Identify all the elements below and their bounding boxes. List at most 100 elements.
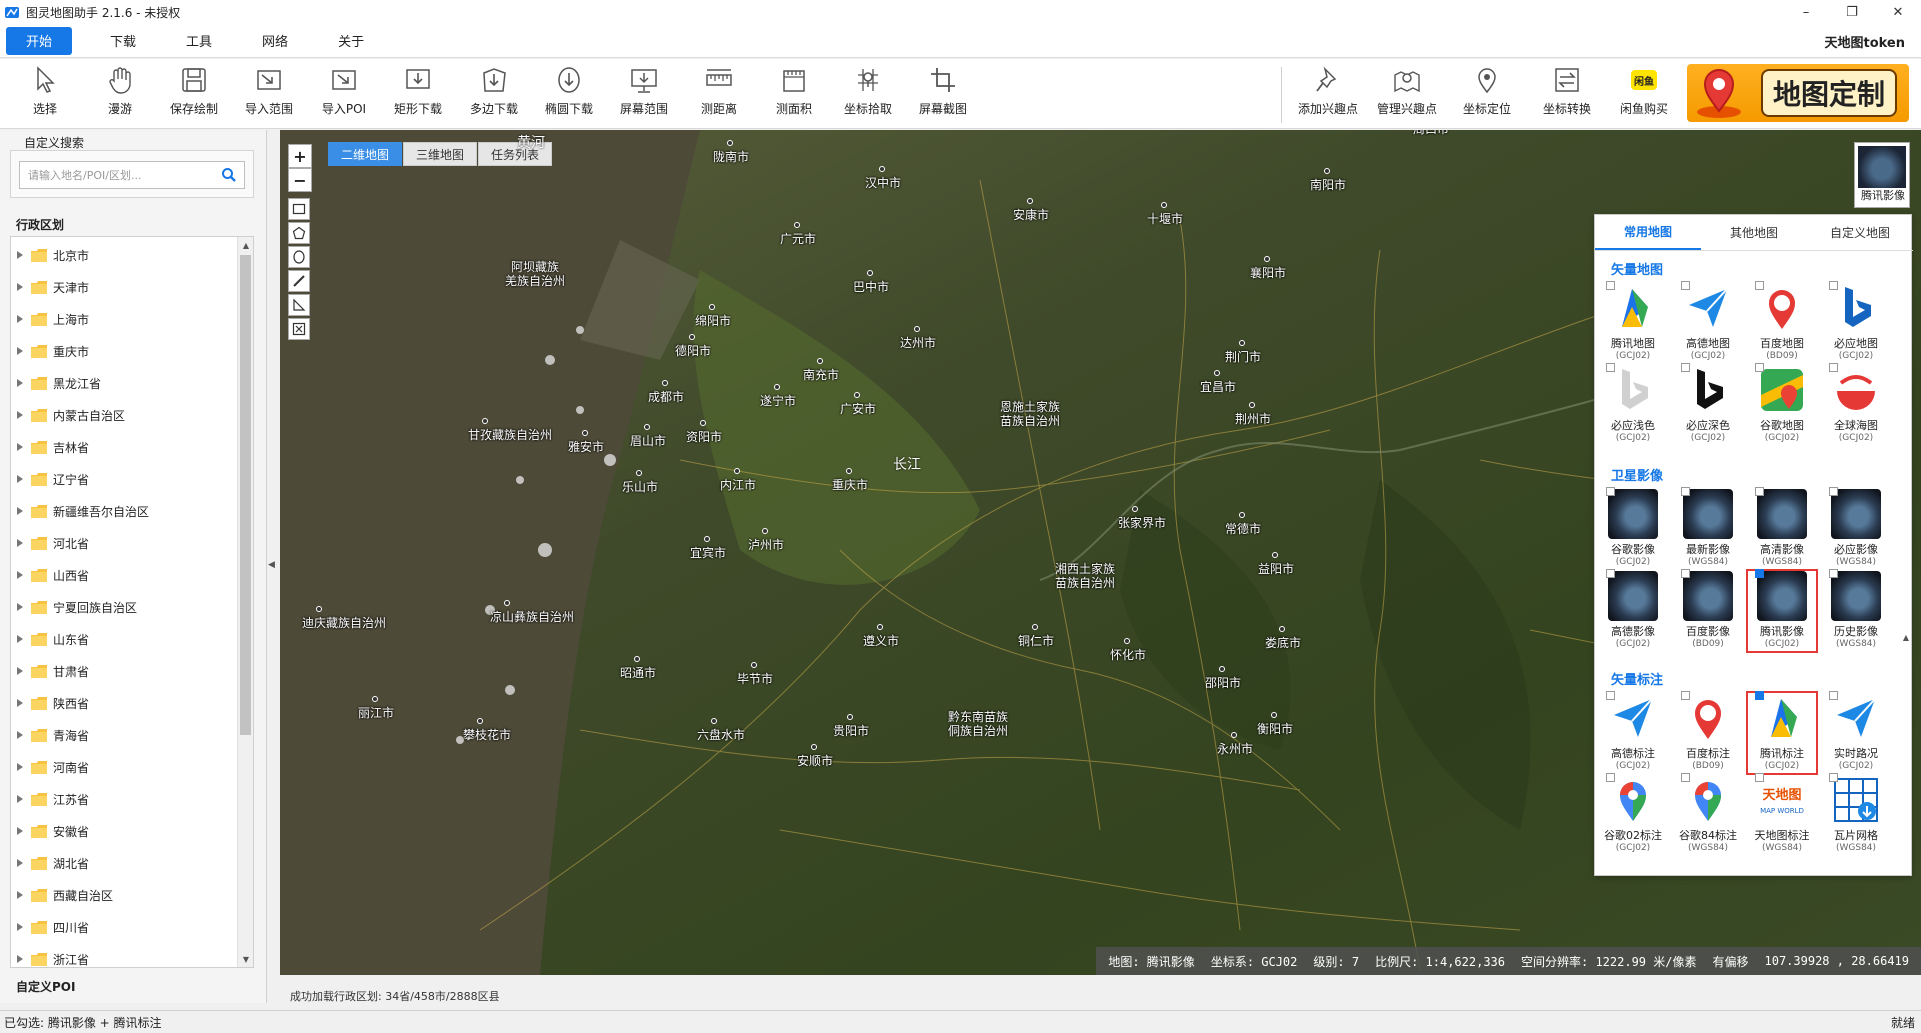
expand-arrow-icon[interactable] [17,379,23,387]
expand-arrow-icon[interactable] [17,571,23,579]
region-tree-item[interactable]: 浙江省 [11,943,237,967]
tool-ellipse-download[interactable]: 椭圆下载 [533,65,605,125]
layer-checkbox[interactable] [1829,281,1838,290]
expand-arrow-icon[interactable] [17,411,23,419]
layer-checkbox[interactable] [1829,691,1838,700]
search-icon[interactable] [221,167,237,183]
menu-download[interactable]: 下载 [90,27,156,55]
draw-polygon-tool[interactable] [288,222,310,244]
layer-tile[interactable]: 高德影像 (GCJ02) [1599,569,1667,651]
region-tree-item[interactable]: 内蒙古自治区 [11,399,237,431]
minimize-button[interactable]: – [1783,0,1829,24]
region-tree-item[interactable]: 安徽省 [11,815,237,847]
tool-screenshot[interactable]: 屏幕截图 [907,65,979,125]
tool-rect-download[interactable]: 矩形下载 [382,65,454,125]
region-tree-item[interactable]: 北京市 [11,239,237,271]
region-tree-item[interactable]: 山东省 [11,623,237,655]
tool-xianyu-buy[interactable]: 闲鱼 闲鱼购买 [1608,65,1680,125]
region-tree-item[interactable]: 陕西省 [11,687,237,719]
layer-tile[interactable]: 谷歌地图 (GCJ02) [1748,363,1816,445]
tab-3d-map[interactable]: 三维地图 [403,142,478,166]
scroll-down-icon[interactable]: ▼ [238,951,253,967]
layer-tile[interactable]: 全球海图 (GCJ02) [1822,363,1890,445]
layer-checkbox[interactable] [1755,487,1764,496]
tool-polygon-download[interactable]: 多边下载 [458,65,530,125]
tree-scrollbar[interactable]: ▲ ▼ [237,237,253,967]
layer-tile[interactable]: 百度标注 (BD09) [1674,691,1742,773]
tool-add-poi[interactable]: 添加兴趣点 [1292,65,1364,125]
menu-tools[interactable]: 工具 [166,27,232,55]
tool-select[interactable]: 选择 [9,65,81,125]
layer-checkbox[interactable] [1606,487,1615,496]
layer-tile[interactable]: 腾讯影像 (GCJ02) [1746,569,1818,653]
layer-tile[interactable]: 必应浅色 (GCJ02) [1599,363,1667,445]
expand-arrow-icon[interactable] [17,763,23,771]
layer-tile[interactable]: 必应影像 (WGS84) [1822,487,1890,569]
layer-tile[interactable]: 谷歌02标注 (GCJ02) [1599,773,1667,855]
draw-line-tool[interactable] [288,270,310,292]
scroll-up-icon[interactable]: ▲ [238,237,253,253]
draw-area-tool[interactable] [288,294,310,316]
layer-tile[interactable]: 腾讯地图 (GCJ02) [1599,281,1667,363]
layer-checkbox[interactable] [1829,569,1838,578]
layer-checkbox[interactable] [1606,691,1615,700]
region-tree-item[interactable]: 四川省 [11,911,237,943]
close-button[interactable]: ✕ [1875,0,1921,24]
layer-checkbox[interactable] [1829,773,1838,782]
layer-switcher-thumb[interactable]: 腾讯影像 [1854,142,1910,208]
layer-tile[interactable]: 高德标注 (GCJ02) [1599,691,1667,773]
region-tree-item[interactable]: 天津市 [11,271,237,303]
expand-arrow-icon[interactable] [17,443,23,451]
layer-tile[interactable]: 高清影像 (WGS84) [1748,487,1816,569]
layer-checkbox[interactable] [1606,773,1615,782]
region-tree-item[interactable]: 黑龙江省 [11,367,237,399]
layer-checkbox[interactable] [1681,281,1690,290]
menu-about[interactable]: 关于 [318,27,384,55]
region-tree-item[interactable]: 山西省 [11,559,237,591]
layer-checkbox[interactable] [1755,281,1764,290]
layer-tile[interactable]: 最新影像 (WGS84) [1674,487,1742,569]
expand-arrow-icon[interactable] [17,283,23,291]
custom-map-button[interactable]: 地图定制 [1687,64,1909,122]
layer-tile[interactable]: 天地图 MAP WORLD 天地图标注 (WGS84) [1748,773,1816,855]
expand-arrow-icon[interactable] [17,251,23,259]
layer-checkbox[interactable] [1681,569,1690,578]
layer-checkbox[interactable] [1829,363,1838,372]
panel-scroll-up-icon[interactable]: ▲ [1903,633,1909,642]
region-tree-item[interactable]: 河北省 [11,527,237,559]
layer-checkbox[interactable] [1606,281,1615,290]
layer-checkbox[interactable] [1606,569,1615,578]
tab-common-maps[interactable]: 常用地图 [1595,215,1701,250]
scroll-thumb[interactable] [240,255,251,735]
layer-tile[interactable]: 谷歌影像 (GCJ02) [1599,487,1667,569]
tool-measure-distance[interactable]: 测距离 [683,65,755,125]
tool-save-drawing[interactable]: 保存绘制 [158,65,230,125]
tool-import-poi[interactable]: 导入POI [308,65,380,125]
expand-arrow-icon[interactable] [17,827,23,835]
layer-tile[interactable]: 瓦片网格 (WGS84) [1822,773,1890,855]
tab-custom-maps[interactable]: 自定义地图 [1807,215,1913,250]
expand-arrow-icon[interactable] [17,699,23,707]
expand-arrow-icon[interactable] [17,923,23,931]
expand-arrow-icon[interactable] [17,315,23,323]
maximize-button[interactable]: ❐ [1829,0,1875,24]
expand-arrow-icon[interactable] [17,731,23,739]
zoom-out-button[interactable]: − [288,168,312,192]
tianditu-token-link[interactable]: 天地图token [1824,24,1905,58]
tool-screen-range[interactable]: 屏幕范围 [608,65,680,125]
layer-checkbox[interactable] [1681,773,1690,782]
expand-arrow-icon[interactable] [17,539,23,547]
layer-checkbox[interactable] [1829,487,1838,496]
expand-arrow-icon[interactable] [17,795,23,803]
region-tree-item[interactable]: 青海省 [11,719,237,751]
layer-tile[interactable]: 高德地图 (GCJ02) [1674,281,1742,363]
expand-arrow-icon[interactable] [17,955,23,963]
expand-arrow-icon[interactable] [17,859,23,867]
layer-checkbox[interactable] [1755,773,1764,782]
layer-tile[interactable]: 百度地图 (BD09) [1748,281,1816,363]
expand-arrow-icon[interactable] [17,603,23,611]
tab-other-maps[interactable]: 其他地图 [1701,215,1807,250]
expand-arrow-icon[interactable] [17,667,23,675]
expand-arrow-icon[interactable] [17,507,23,515]
draw-ellipse-tool[interactable] [288,246,310,268]
